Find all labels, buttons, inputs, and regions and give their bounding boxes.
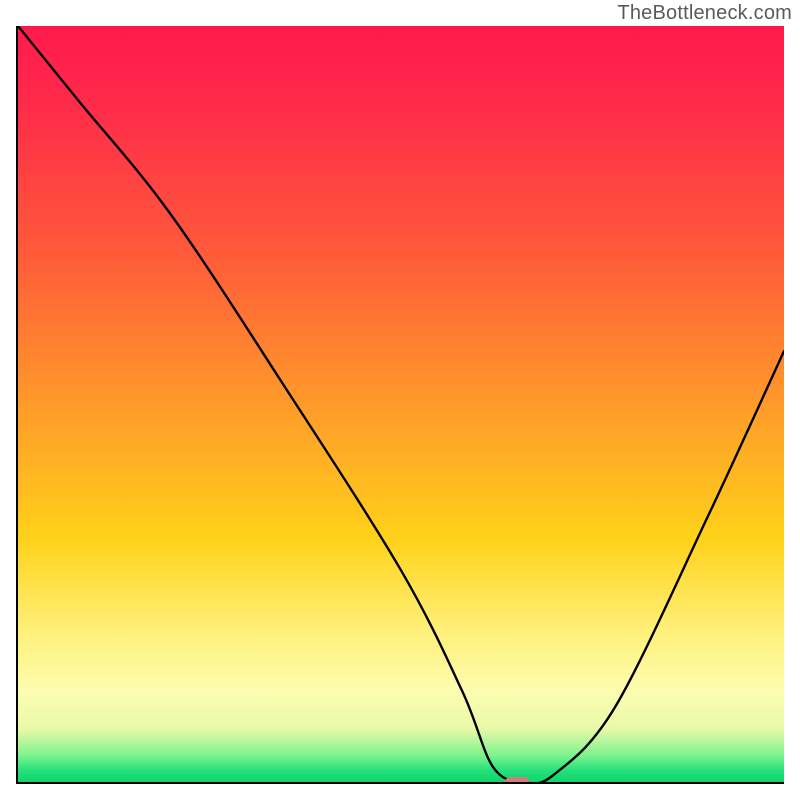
watermark-text: TheBottleneck.com (617, 2, 792, 25)
curve-layer (18, 26, 784, 782)
bottleneck-curve-path (18, 26, 784, 784)
plot-area (16, 26, 784, 784)
optimal-marker (504, 777, 530, 784)
bottleneck-chart: TheBottleneck.com (0, 0, 800, 800)
